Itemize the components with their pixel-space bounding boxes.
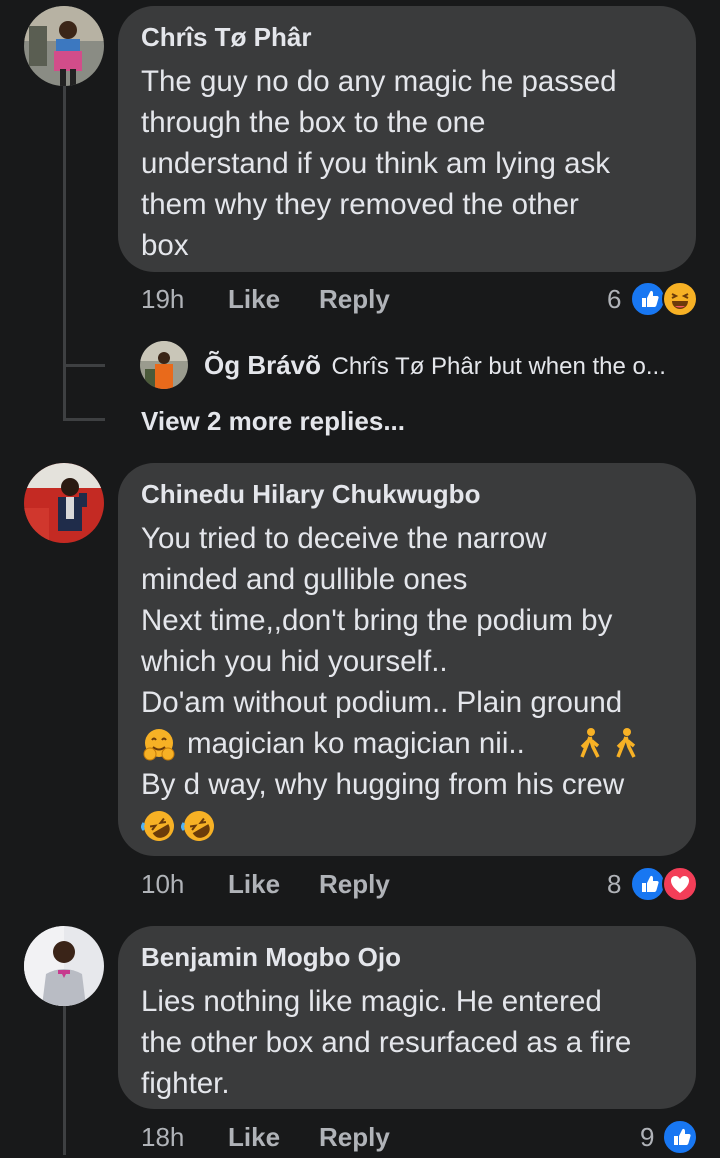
- comment-line-emoji: magician ko magician nii..: [141, 723, 672, 764]
- thread-line: [63, 85, 66, 420]
- comment-line: understand if you think am lying ask: [141, 147, 610, 180]
- comment-bubble: Chinedu Hilary Chukwugbo You tried to de…: [118, 463, 696, 856]
- avatar[interactable]: [24, 463, 104, 543]
- comment-author[interactable]: Chinedu Hilary Chukwugbo: [141, 479, 672, 509]
- thread-connector: [63, 418, 105, 421]
- love-icon: [662, 866, 698, 902]
- comment-bubble: Chrîs Tø Phâr The guy no do any magic he…: [118, 6, 696, 272]
- rofl-icon: [181, 811, 214, 841]
- like-button[interactable]: Like: [228, 868, 280, 900]
- comment-line: magician ko magician nii..: [187, 727, 525, 760]
- reply-preview[interactable]: Õg Brávõ Chrîs Tø Phâr but when the o...: [204, 349, 666, 381]
- comment-line: By d way, why hugging from his crew: [141, 768, 625, 801]
- comment-text: The guy no do any magic he passed throug…: [141, 61, 672, 266]
- thread-line: [63, 1005, 66, 1155]
- reply-text: Chrîs Tø Phâr but when the o...: [331, 353, 666, 380]
- comment-time[interactable]: 19h: [141, 283, 184, 315]
- comment-line: box: [141, 229, 189, 262]
- reply-button[interactable]: Reply: [319, 868, 390, 900]
- comment-text: You tried to deceive the narrow minded a…: [141, 518, 672, 846]
- comment-line-emoji: [141, 805, 672, 846]
- like-icon: [662, 1119, 698, 1155]
- haha-icon: [662, 281, 698, 317]
- comment-line: Lies nothing like magic. He entered: [141, 985, 602, 1018]
- view-more-replies[interactable]: View 2 more replies...: [141, 405, 405, 437]
- comment-line: them why they removed the other: [141, 188, 579, 221]
- reaction-summary[interactable]: 6: [607, 282, 621, 316]
- reaction-summary[interactable]: 9: [640, 1120, 654, 1154]
- like-icon: [630, 866, 666, 902]
- comment-line: the other box and resurfaced as a fire: [141, 1026, 632, 1059]
- comment-line: The guy no do any magic he passed: [141, 65, 617, 98]
- like-button[interactable]: Like: [228, 1121, 280, 1153]
- rofl-icon: [141, 811, 174, 841]
- person-walking-icon: [616, 728, 636, 758]
- reply-button[interactable]: Reply: [319, 1121, 390, 1153]
- comment-line: through the box to the one: [141, 106, 486, 139]
- comment-bubble: Benjamin Mogbo Ojo Lies nothing like mag…: [118, 926, 696, 1109]
- avatar[interactable]: [24, 926, 104, 1006]
- thread-connector: [63, 364, 105, 367]
- reaction-count: 9: [640, 1122, 655, 1152]
- comment-author[interactable]: Benjamin Mogbo Ojo: [141, 942, 672, 972]
- like-button[interactable]: Like: [228, 283, 280, 315]
- comment-line: which you hid yourself..: [141, 645, 448, 678]
- comment-text: Lies nothing like magic. He entered the …: [141, 981, 672, 1104]
- hugging-face-icon: [143, 729, 175, 761]
- reply-avatar[interactable]: [140, 341, 188, 389]
- like-icon: [630, 281, 666, 317]
- comment-line: You tried to deceive the narrow: [141, 522, 547, 555]
- comment-line: Do'am without podium.. Plain ground: [141, 686, 623, 719]
- reaction-count: 6: [607, 284, 622, 314]
- comment-line: Next time,,don't bring the podium by: [141, 604, 613, 637]
- reply-button[interactable]: Reply: [319, 283, 390, 315]
- comment-time[interactable]: 10h: [141, 868, 184, 900]
- comment-time[interactable]: 18h: [141, 1121, 184, 1153]
- person-walking-icon: [580, 728, 600, 758]
- comment-author[interactable]: Chrîs Tø Phâr: [141, 22, 672, 52]
- reply-author[interactable]: Õg Brávõ: [204, 350, 321, 380]
- comment-line: minded and gullible ones: [141, 563, 468, 596]
- avatar[interactable]: [24, 6, 104, 86]
- reaction-count: 8: [607, 869, 622, 899]
- comment-line: fighter.: [141, 1067, 230, 1100]
- reaction-summary[interactable]: 8: [607, 867, 621, 901]
